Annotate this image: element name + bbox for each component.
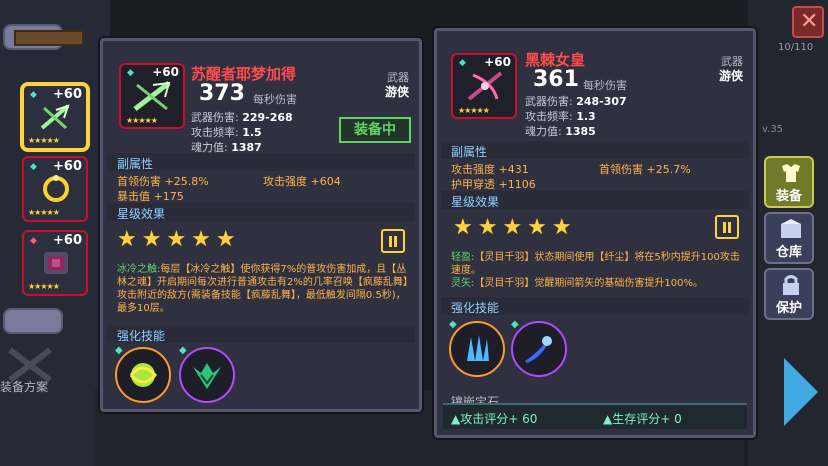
slot-plus: +60 <box>53 233 82 248</box>
item-plus: +60 <box>484 55 511 69</box>
gem-icon: ◆ <box>30 162 37 172</box>
category-value: 游侠 <box>384 85 409 99</box>
stat-weapon-damage: 武器伤害: 248-307 <box>525 95 627 108</box>
slot-stars: ★★★★★ <box>28 208 60 217</box>
gem-icon: ◆ <box>511 319 519 330</box>
equipped-badge: 装备中 <box>339 117 411 143</box>
lock-toggle-icon[interactable] <box>715 215 739 239</box>
dps-value: 373 <box>199 81 245 106</box>
equip-tab-label: 装备 <box>775 189 802 204</box>
dps-value: 361 <box>533 67 579 92</box>
slot-stars: ★★★★★ <box>28 282 60 291</box>
attr-armor-pen: 护甲穿透 +1106 <box>451 178 536 191</box>
effect-text: 【灵目千羽】状态期间使用【纤尘】将在5秒内提升100攻击速度。 <box>451 252 740 276</box>
star-rating: ★★★★★ <box>117 227 241 252</box>
gem-icon: ◆ <box>127 68 134 78</box>
compare-item-card: ◆ +60 ★★★★★ 黑棘女皇 361 每秒伤害 武器 游侠 武器伤害: 24… <box>434 28 756 438</box>
ring-icon <box>43 175 69 202</box>
close-icon: ✕ <box>800 9 819 34</box>
effect-key: 灵矢: <box>451 278 475 289</box>
armor-icon <box>44 252 68 274</box>
protect-tab-button[interactable]: 保护 <box>764 268 814 320</box>
stat-soul-power: 魂力值: 1385 <box>525 125 596 138</box>
equip-slot-armor[interactable]: ◆ +60 ★★★★★ <box>22 230 88 296</box>
item-plus: +60 <box>152 65 179 79</box>
stat-weapon-damage: 武器伤害: 229-268 <box>191 111 293 124</box>
attr-title: 副属性 <box>117 157 154 171</box>
slot-plus: +60 <box>53 159 82 174</box>
effect-text: 【灵目千羽】觉醒期间箭矢的基础伤害提升100%。 <box>474 278 703 289</box>
dps-unit: 每秒伤害 <box>253 93 297 106</box>
storage-tab-button[interactable]: 仓库 <box>764 212 814 264</box>
storage-tab-label: 仓库 <box>775 245 802 260</box>
star-rating: ★★★★★ <box>453 215 577 240</box>
attr-attack: 攻击强度 +431 <box>451 163 529 176</box>
leaf-mask-icon <box>193 363 221 389</box>
item-stars: ★★★★★ <box>126 116 158 125</box>
shirt-icon <box>782 164 800 182</box>
slot-stars: ★★★★★ <box>28 136 60 145</box>
dark-bow-icon <box>467 71 503 101</box>
equip-slot-weapon[interactable]: ◆ +60 ★★★★★ <box>22 84 88 150</box>
equip-tab-button[interactable]: 装备 <box>764 156 814 208</box>
equipped-item-card: ◆ +60 ★★★★★ 苏醒者耶梦加得 373 每秒伤害 武器 游侠 武器伤害:… <box>100 38 422 412</box>
skill-title: 强化技能 <box>117 329 166 343</box>
plan-label[interactable]: 装备方案 <box>0 378 48 395</box>
skill-slot-2[interactable]: ◆ <box>179 345 235 403</box>
stat-attack-rate: 攻击频率: 1.3 <box>525 110 596 123</box>
level-label: v.35 <box>762 124 784 135</box>
blue-comet-icon <box>525 336 552 363</box>
protect-tab-label: 保护 <box>775 301 802 316</box>
star-effect-desc-2: 灵矢:【灵目千羽】觉醒期间箭矢的基础伤害提升100%。 <box>451 277 747 290</box>
attr-boss-damage: 首领伤害 +25.8% <box>117 175 209 188</box>
star-effect-title: 星级效果 <box>451 195 500 209</box>
dps-unit: 每秒伤害 <box>583 79 627 92</box>
item-icon-frame: ◆ +60 ★★★★★ <box>119 63 185 129</box>
skill-slot-2[interactable]: ◆ <box>511 319 567 377</box>
equip-slot-ring[interactable]: ◆ +60 ★★★★★ <box>22 156 88 222</box>
skill-slot-1[interactable]: ◆ <box>449 319 505 377</box>
vine-orb-icon <box>129 363 157 387</box>
star-effect-desc: 冰冷之触:每层【冰冷之触】使你获得7%的普攻伤害加成，且【丛林之魂】开启期间每次… <box>117 263 413 315</box>
ice-shards-icon <box>467 335 489 361</box>
gem-icon: ◆ <box>459 58 466 68</box>
survive-score: ▲生存评分+ 0 <box>603 412 682 426</box>
attr-boss-damage: 首领伤害 +25.7% <box>599 163 691 176</box>
stat-attack-rate: 攻击频率: 1.5 <box>191 126 262 139</box>
crossbow-icon <box>133 81 171 111</box>
effect-text: 每层【冰冷之触】使你获得7%的普攻伤害加成，且【丛林之魂】开启期间每次进行普通攻… <box>117 264 413 314</box>
attr-crit: 暴击值 +175 <box>117 190 184 203</box>
storage-icon <box>781 219 801 238</box>
next-arrow-icon[interactable] <box>784 358 818 426</box>
lock-toggle-icon[interactable] <box>381 229 405 253</box>
section-band <box>441 141 749 159</box>
crossbow-icon <box>40 104 70 130</box>
category-value: 游侠 <box>718 69 743 83</box>
skill-title: 强化技能 <box>451 301 500 315</box>
chest-tab[interactable] <box>14 30 84 46</box>
gem-icon: ◆ <box>30 90 37 100</box>
item-icon-frame: ◆ +60 ★★★★★ <box>451 53 517 119</box>
score-bar: ▲攻击评分+ 60 ▲生存评分+ 0 <box>443 403 747 429</box>
skill-slot-1[interactable]: ◆ <box>115 345 171 403</box>
star-effect-title: 星级效果 <box>117 207 166 221</box>
close-button[interactable]: ✕ <box>792 6 824 38</box>
item-stars: ★★★★★ <box>458 106 490 115</box>
scroll-down-button[interactable] <box>3 308 63 334</box>
capacity-count: 10/110 <box>778 42 814 53</box>
attr-title: 副属性 <box>451 145 488 159</box>
attr-attack: 攻击强度 +604 <box>263 175 341 188</box>
effect-key: 轻盈: <box>451 252 475 263</box>
gem-icon: ◆ <box>30 236 37 246</box>
section-band <box>107 153 415 171</box>
attack-score: ▲攻击评分+ 60 <box>451 412 538 426</box>
slot-plus: +60 <box>53 87 82 102</box>
gem-icon: ◆ <box>115 345 123 356</box>
star-effect-desc-1: 轻盈:【灵目千羽】状态期间使用【纤尘】将在5秒内提升100攻击速度。 <box>451 251 747 277</box>
lock-icon <box>783 275 799 295</box>
effect-key: 冰冷之触: <box>117 264 161 275</box>
gem-icon: ◆ <box>179 345 187 356</box>
gem-icon: ◆ <box>449 319 457 330</box>
